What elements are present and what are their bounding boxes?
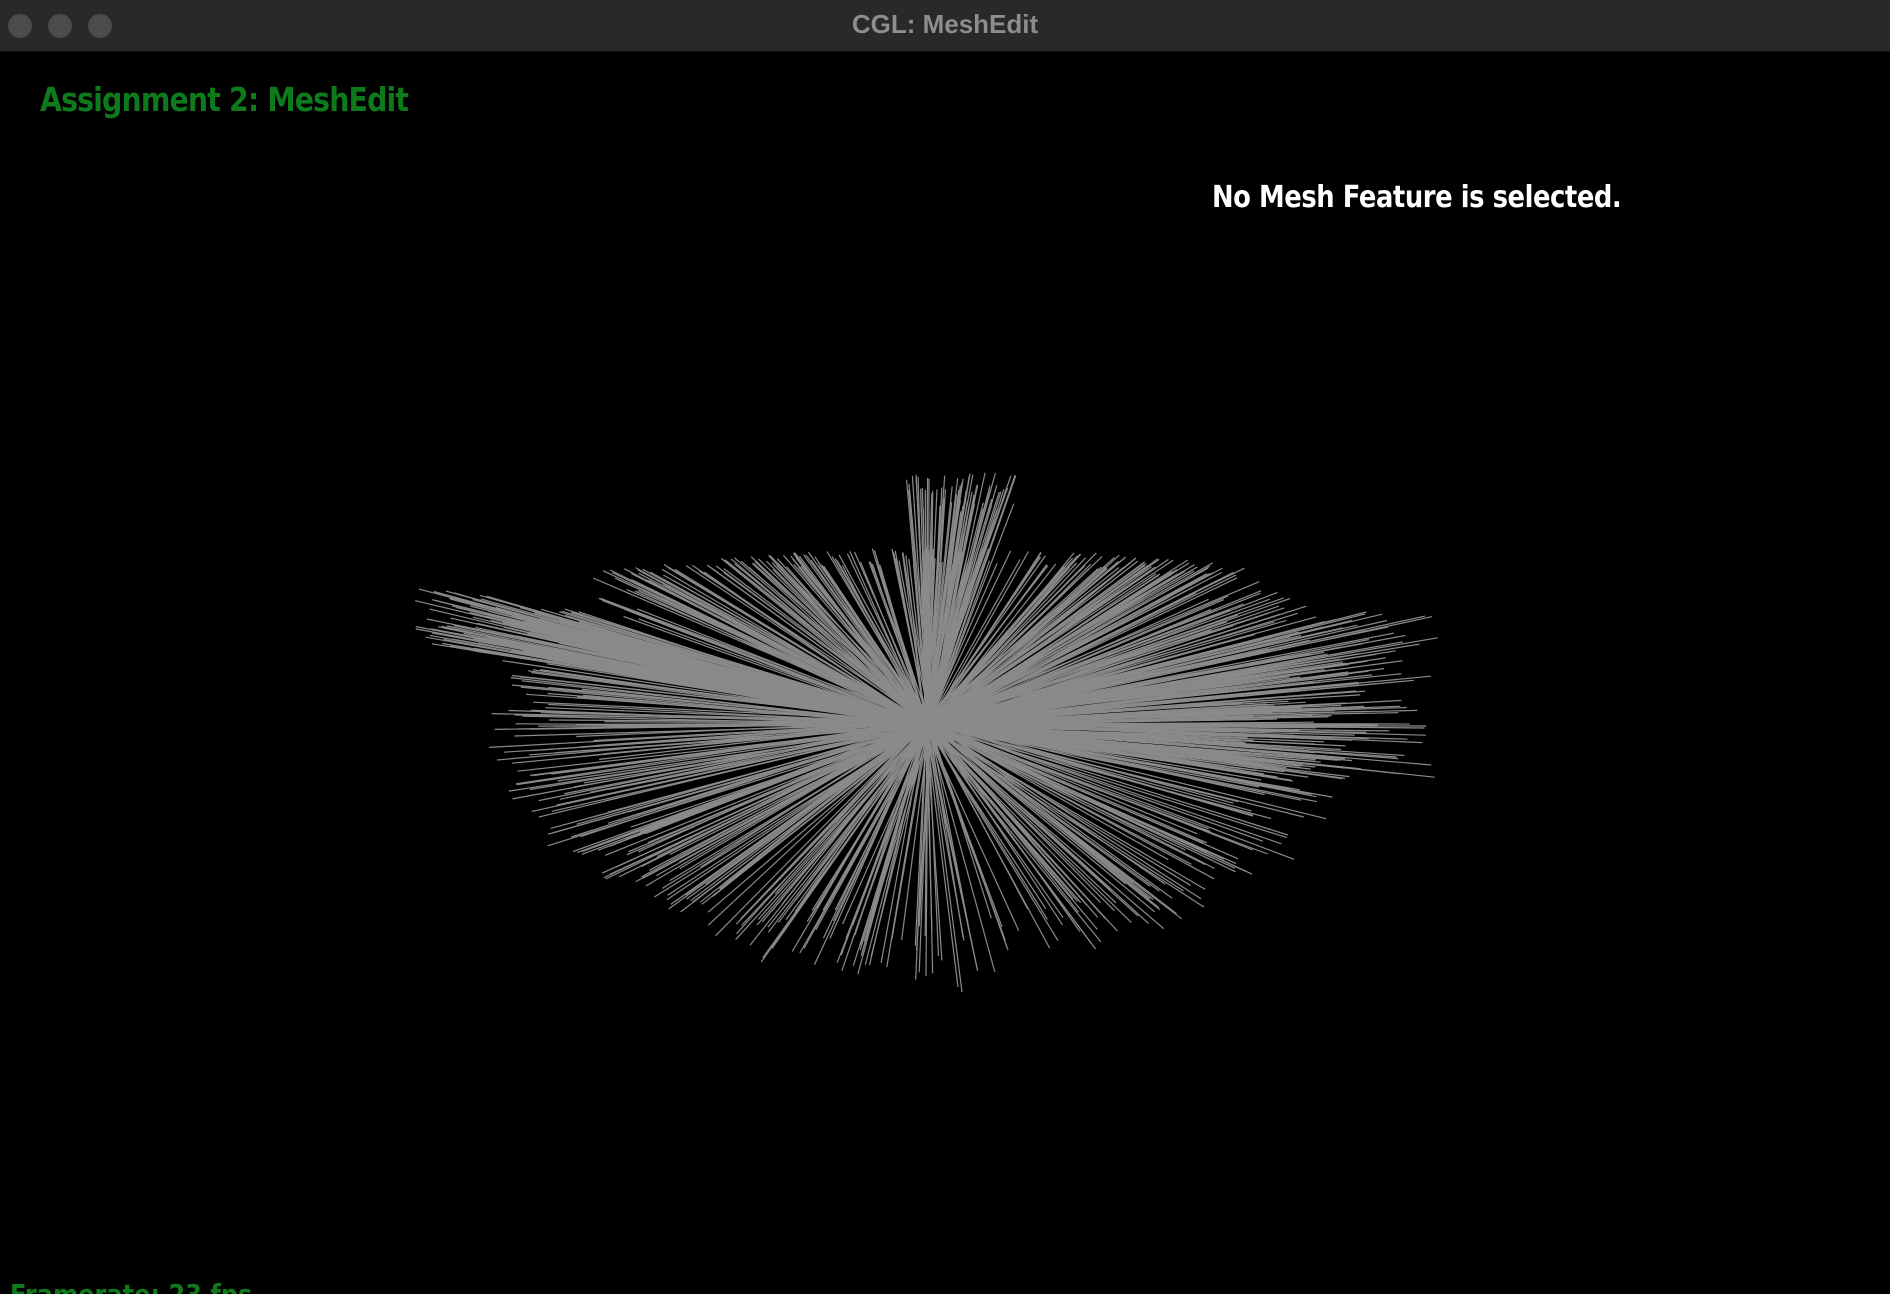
mesh-wireframe-edges [415, 472, 1438, 993]
framerate-readout: Framerate: 23 fps [10, 1278, 252, 1294]
mesh-viewport[interactable]: Assignment 2: MeshEdit No Mesh Feature i… [0, 52, 1890, 1294]
window-minimize-button[interactable] [48, 14, 72, 38]
mesh-render[interactable] [0, 52, 1890, 1294]
window-close-button[interactable] [8, 14, 32, 38]
selection-status: No Mesh Feature is selected. [1212, 180, 1622, 215]
app-heading: Assignment 2: MeshEdit [40, 80, 409, 119]
window-maximize-button[interactable] [88, 14, 112, 38]
app-window: CGL: MeshEdit Assignment 2: MeshEdit No … [0, 0, 1890, 1294]
window-titlebar[interactable]: CGL: MeshEdit [0, 0, 1890, 52]
window-title: CGL: MeshEdit [851, 9, 1039, 39]
